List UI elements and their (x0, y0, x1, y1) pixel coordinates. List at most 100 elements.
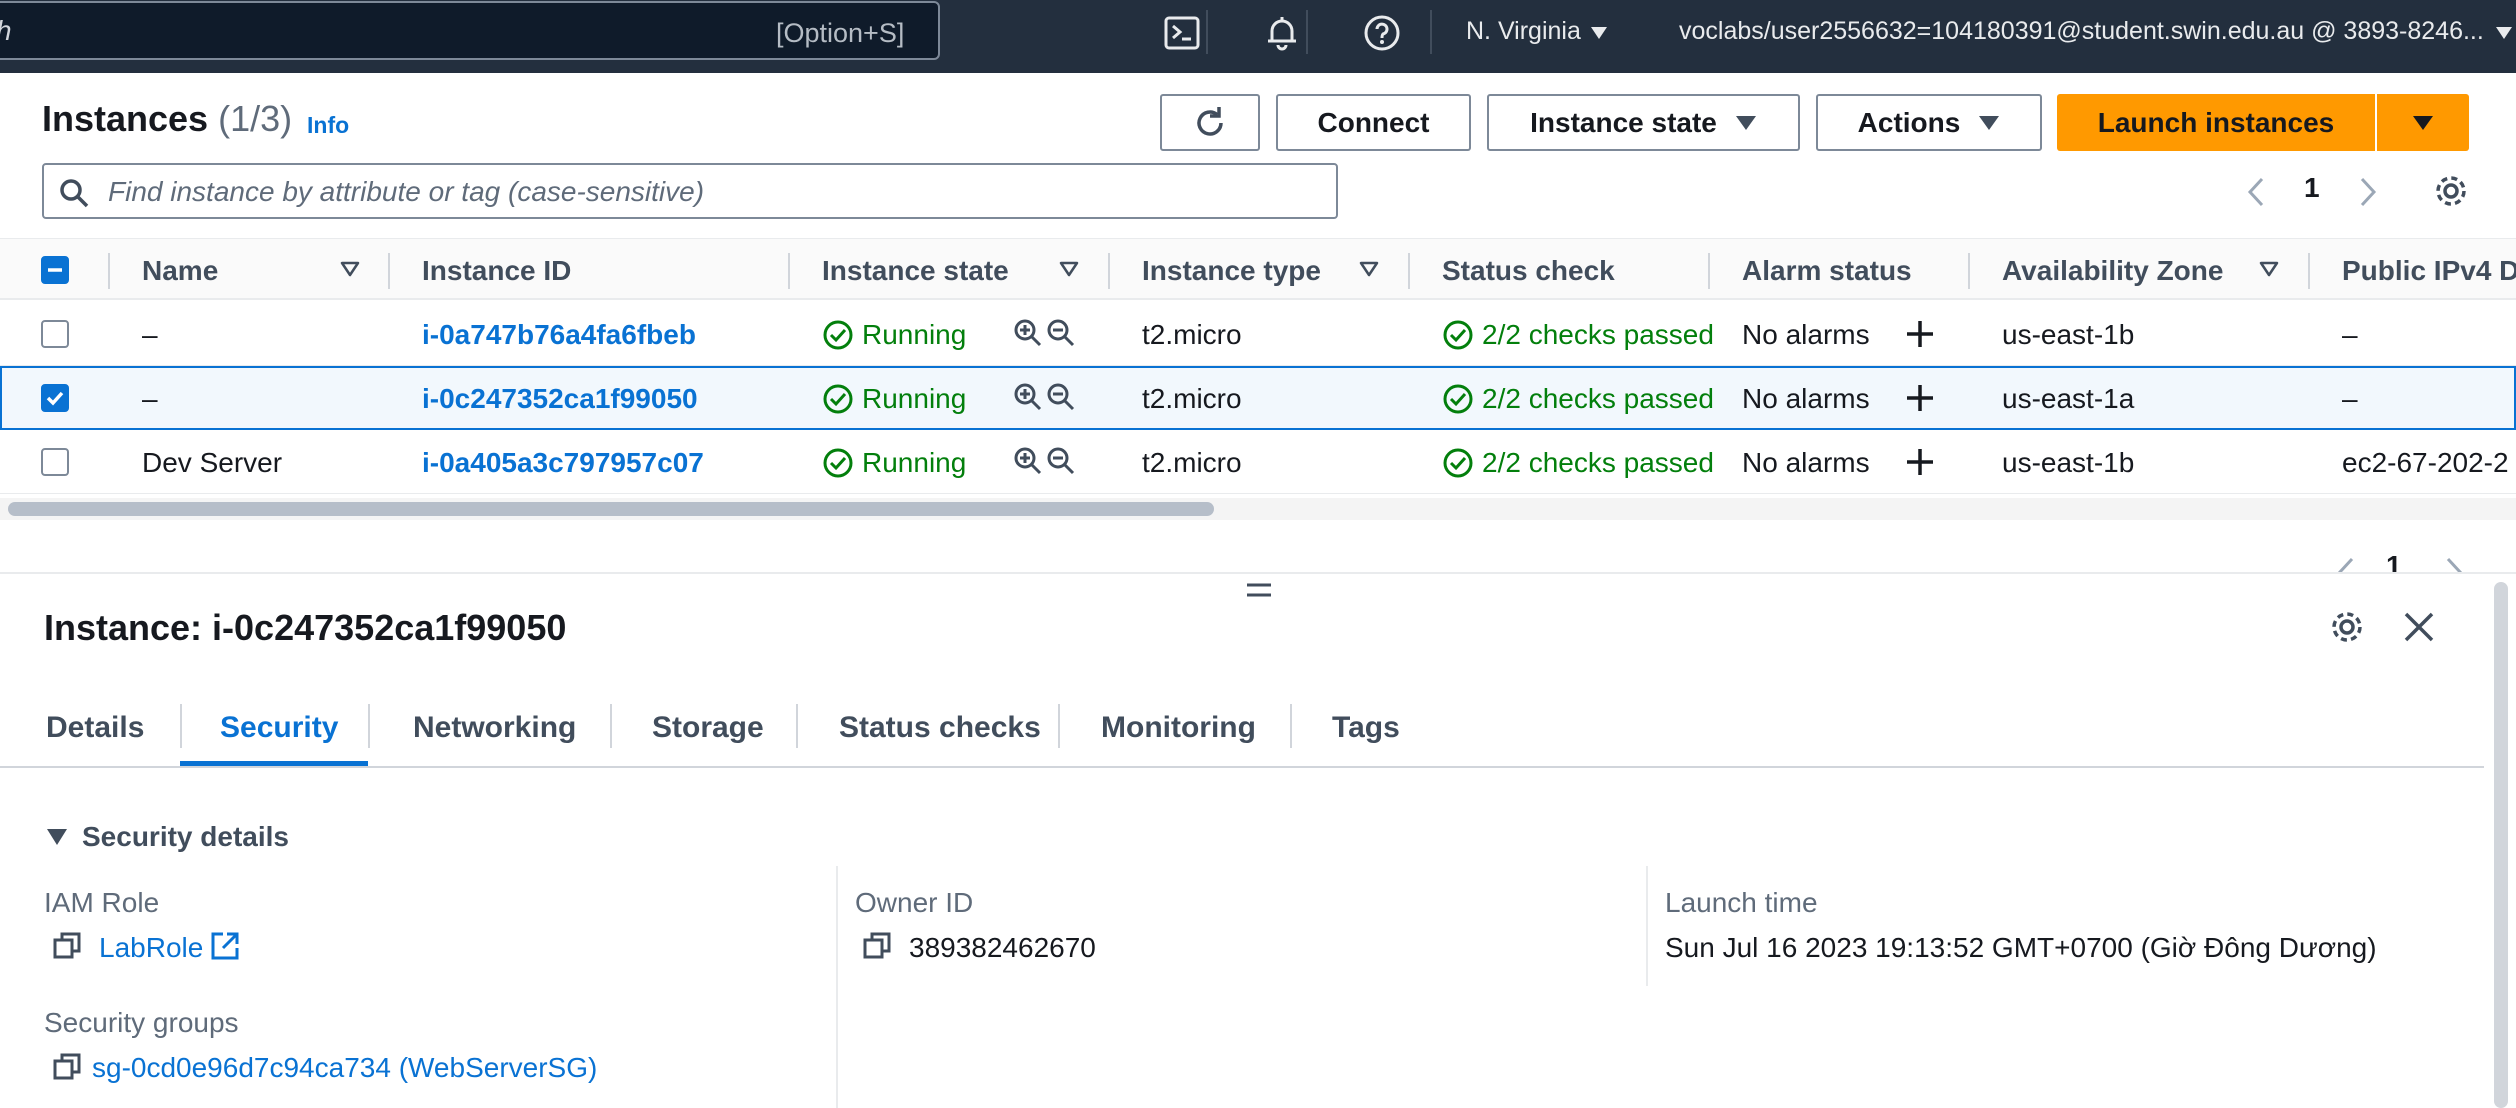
copy-icon[interactable] (52, 931, 82, 961)
security-details-heading[interactable]: Security details (82, 821, 289, 853)
tab-divider (1058, 704, 1060, 748)
column-divider (1708, 253, 1710, 289)
row-checkbox[interactable] (41, 384, 69, 412)
success-check-icon (822, 319, 854, 351)
success-check-icon (822, 383, 854, 415)
column-header-availability-zone[interactable]: Availability Zone (2002, 255, 2223, 287)
external-link-icon[interactable] (210, 931, 240, 961)
previous-page-icon[interactable] (2244, 176, 2268, 208)
table-row[interactable]: – i-0c247352ca1f99050 Running t2.micro 2… (0, 366, 2516, 430)
column-header-name[interactable]: Name (142, 255, 218, 287)
column-divider (1968, 253, 1970, 289)
cell-status-check: 2/2 checks passed (1482, 383, 1714, 414)
connect-button[interactable]: Connect (1276, 94, 1471, 151)
caret-down-icon (1979, 115, 2000, 130)
cell-instance-type: t2.micro (1142, 319, 1242, 350)
sort-caret-icon[interactable] (340, 261, 360, 277)
active-tab-indicator (180, 761, 368, 766)
panel-resize-handle-icon[interactable] (1246, 581, 1272, 599)
filter-input[interactable] (108, 174, 1308, 210)
page-number[interactable]: 1 (2304, 172, 2320, 204)
refresh-button[interactable] (1160, 94, 1260, 151)
sort-caret-icon[interactable] (1359, 261, 1379, 277)
launch-time-label: Launch time (1665, 887, 1818, 918)
tab-storage[interactable]: Storage (652, 711, 764, 745)
page-title-text: Instances (42, 98, 209, 139)
cell-instance-state: Running (862, 383, 967, 414)
tab-monitoring[interactable]: Monitoring (1101, 711, 1256, 745)
table-preferences-gear-icon[interactable] (2432, 172, 2470, 210)
help-icon[interactable] (1362, 13, 1402, 53)
add-alarm-plus-icon[interactable] (1904, 318, 1936, 350)
caret-down-icon (1735, 115, 1756, 130)
cloudshell-icon[interactable] (1162, 13, 1202, 53)
expand-caret-down-icon[interactable] (46, 828, 68, 846)
actions-dropdown[interactable]: Actions (1816, 94, 2042, 151)
cell-instance-id-link[interactable]: i-0a405a3c797957c07 (422, 447, 704, 479)
cell-instance-type: t2.micro (1142, 447, 1242, 478)
launch-instances-label: Launch instances (2097, 106, 2335, 138)
row-checkbox[interactable] (41, 448, 69, 476)
zoom-out-icon[interactable] (1046, 446, 1076, 478)
sort-caret-icon[interactable] (2259, 261, 2279, 277)
zoom-in-icon[interactable] (1013, 446, 1043, 478)
zoom-out-icon[interactable] (1046, 318, 1076, 350)
column-divider (388, 253, 390, 289)
cell-availability-zone: us-east-1a (2002, 383, 2135, 414)
actions-dropdown-label: Actions (1857, 106, 1961, 138)
cell-instance-type: t2.micro (1142, 383, 1242, 414)
sort-caret-icon[interactable] (1059, 261, 1079, 277)
cell-instance-id-link[interactable]: i-0a747b76a4fa6fbeb (422, 319, 696, 351)
launch-time-value: Sun Jul 16 2023 19:13:52 GMT+0700 (Giờ Đ… (1665, 932, 2377, 963)
horizontal-scrollbar-thumb[interactable] (8, 502, 1214, 516)
table-header: Name Instance ID Instance state Instance… (0, 238, 2516, 300)
add-alarm-plus-icon[interactable] (1904, 446, 1936, 478)
region-caret-down-icon[interactable] (1590, 26, 1608, 40)
success-check-icon (1442, 383, 1474, 415)
notifications-bell-icon[interactable] (1262, 13, 1302, 53)
select-all-checkbox[interactable] (41, 256, 69, 284)
launch-instances-button[interactable]: Launch instances (2057, 94, 2375, 151)
zoom-in-icon[interactable] (1013, 382, 1043, 414)
tabs-divider-line (0, 766, 2484, 768)
iam-role-link[interactable]: LabRole (99, 932, 203, 964)
tab-details[interactable]: Details (46, 711, 144, 745)
owner-id-label: Owner ID (855, 887, 974, 918)
column-header-status-check[interactable]: Status check (1442, 255, 1615, 287)
add-alarm-plus-icon[interactable] (1904, 382, 1936, 414)
zoom-out-icon[interactable] (1046, 382, 1076, 414)
global-search-input[interactable]: h [Option+S] (0, 1, 940, 60)
column-divider (2308, 253, 2310, 289)
account-caret-down-icon[interactable] (2495, 26, 2513, 40)
vertical-scrollbar-thumb[interactable] (2494, 582, 2508, 1108)
instance-filter[interactable] (42, 163, 1338, 219)
column-divider (108, 253, 110, 289)
panel-preferences-gear-icon[interactable] (2328, 608, 2366, 646)
region-selector[interactable]: N. Virginia (1466, 17, 1581, 46)
account-menu[interactable]: voclabs/user2556632=104180391@student.sw… (1679, 17, 2484, 46)
cell-instance-state: Running (862, 319, 967, 350)
zoom-in-icon[interactable] (1013, 318, 1043, 350)
column-header-instance-id[interactable]: Instance ID (422, 255, 571, 287)
cell-instance-id-link[interactable]: i-0c247352ca1f99050 (422, 383, 698, 415)
close-icon[interactable] (2402, 610, 2436, 644)
row-checkbox[interactable] (41, 320, 69, 348)
info-link[interactable]: Info (307, 112, 349, 139)
security-group-link[interactable]: sg-0cd0e96d7c94ca734 (WebServerSG) (92, 1052, 597, 1084)
copy-icon[interactable] (862, 931, 892, 961)
tab-tags[interactable]: Tags (1332, 711, 1400, 745)
column-header-public-ipv4-dns[interactable]: Public IPv4 D (2342, 255, 2516, 287)
tab-networking[interactable]: Networking (413, 711, 576, 745)
cell-status-check: 2/2 checks passed (1482, 319, 1714, 350)
column-header-instance-state[interactable]: Instance state (822, 255, 1009, 287)
next-page-icon[interactable] (2356, 176, 2380, 208)
instance-state-dropdown[interactable]: Instance state (1487, 94, 1800, 151)
tab-status-checks[interactable]: Status checks (839, 711, 1041, 745)
column-header-instance-type[interactable]: Instance type (1142, 255, 1321, 287)
tab-security[interactable]: Security (220, 711, 338, 745)
copy-icon[interactable] (52, 1052, 82, 1082)
column-header-alarm-status[interactable]: Alarm status (1742, 255, 1912, 287)
table-row[interactable]: Dev Server i-0a405a3c797957c07 Running t… (0, 430, 2516, 494)
table-row[interactable]: – i-0a747b76a4fa6fbeb Running t2.micro 2… (0, 302, 2516, 366)
launch-instances-menu-button[interactable] (2377, 94, 2469, 151)
